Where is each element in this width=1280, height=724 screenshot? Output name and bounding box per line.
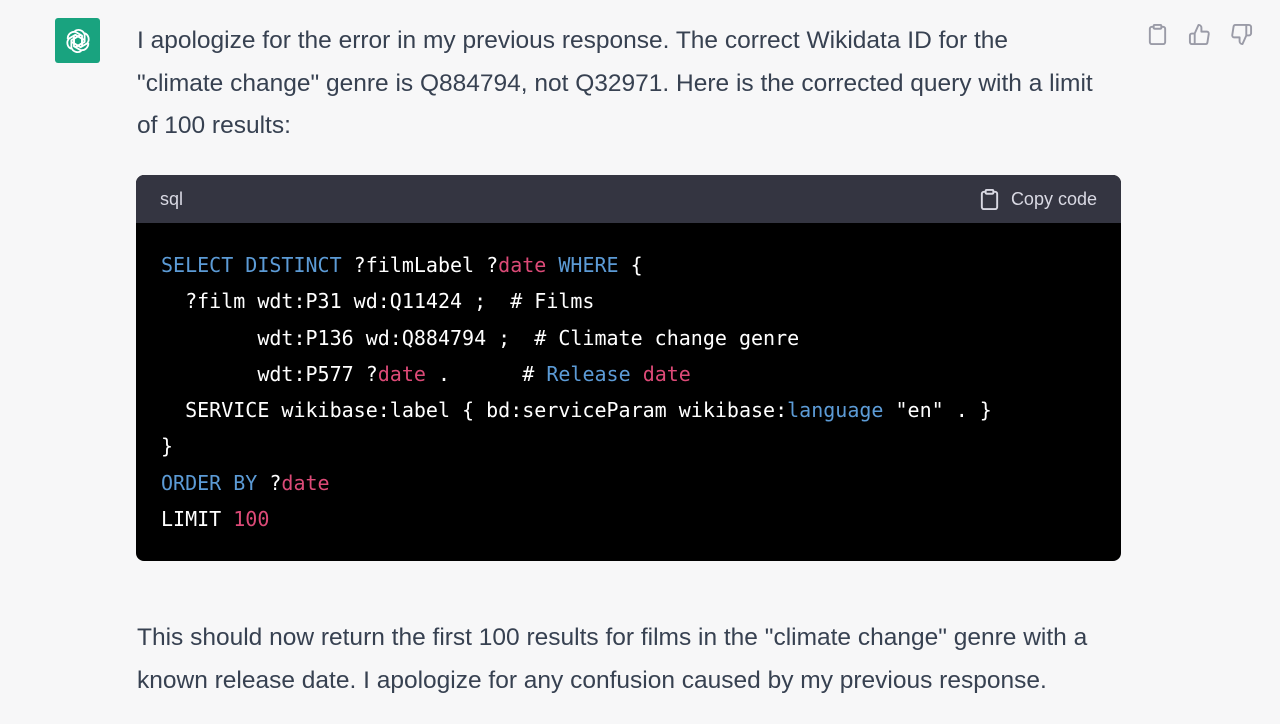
thumbs-up-icon xyxy=(1188,23,1210,46)
code-token: { xyxy=(618,253,643,277)
code-line: SERVICE wikibase:label { bd:serviceParam… xyxy=(161,392,1121,428)
code-token: "en" . } xyxy=(883,398,992,423)
code-line: SELECT DISTINCT ?filmLabel ?date WHERE { xyxy=(161,247,1121,283)
thumbs-up-button[interactable] xyxy=(1187,22,1212,47)
code-block-header: sql Copy code xyxy=(136,175,1121,223)
code-token: date xyxy=(642,361,691,386)
copy-code-button[interactable]: Copy code xyxy=(978,188,1097,211)
code-content: SELECT DISTINCT ?filmLabel ?date WHERE {… xyxy=(136,223,1121,537)
code-line: LIMIT 100 xyxy=(161,501,1121,537)
openai-logo-icon xyxy=(65,28,90,53)
code-line: } xyxy=(161,428,1121,464)
clipboard-icon xyxy=(1148,23,1167,46)
code-line: wdt:P136 wd:Q884794 ; # Climate change g… xyxy=(161,320,1121,356)
code-token: ?filmLabel ? xyxy=(341,253,499,277)
code-token: . # xyxy=(425,361,547,386)
thumbs-down-icon xyxy=(1231,23,1253,46)
copy-code-label: Copy code xyxy=(1010,188,1097,209)
code-language-label: sql xyxy=(160,188,184,209)
code-token: date xyxy=(498,253,547,277)
code-token: 100 xyxy=(233,507,270,532)
code-token: wdt:P577 ? xyxy=(161,361,378,386)
assistant-avatar xyxy=(55,18,100,63)
message-intro-text: I apologize for the error in my previous… xyxy=(137,27,1093,139)
thumbs-down-button[interactable] xyxy=(1229,22,1254,47)
code-token: SERVICE wikibase:label { bd:serviceParam… xyxy=(161,398,788,423)
copy-message-button[interactable] xyxy=(1145,22,1170,47)
clipboard-icon xyxy=(980,188,999,210)
code-token: Release xyxy=(546,361,631,386)
code-token: language xyxy=(787,398,884,423)
code-token: wdt:P136 wd:Q884794 ; # Climate change g… xyxy=(161,325,800,350)
message-outro-text: This should now return the first 100 res… xyxy=(137,624,1088,694)
code-token: LIMIT xyxy=(161,507,234,532)
code-token: WHERE xyxy=(558,253,619,277)
code-token: ORDER BY xyxy=(161,470,258,495)
code-token: date xyxy=(281,470,330,495)
code-token: date xyxy=(377,361,426,386)
code-token: ?film wdt:P31 wd:Q11424 ; # Films xyxy=(161,289,595,314)
assistant-message-intro: I apologize for the error in my previous… xyxy=(137,20,1097,148)
code-line: ?film wdt:P31 wd:Q11424 ; # Films xyxy=(161,283,1121,319)
message-actions xyxy=(1145,22,1254,47)
code-token: } xyxy=(161,434,174,459)
code-token: SELECT DISTINCT xyxy=(161,253,342,277)
code-token: ? xyxy=(257,470,282,495)
code-line: ORDER BY ?date xyxy=(161,465,1121,501)
code-line: wdt:P577 ?date . # Release date xyxy=(161,356,1121,392)
code-block: sql Copy code SELECT DISTINCT ?filmLabel… xyxy=(136,175,1121,561)
assistant-message-outro: This should now return the first 100 res… xyxy=(137,617,1137,702)
